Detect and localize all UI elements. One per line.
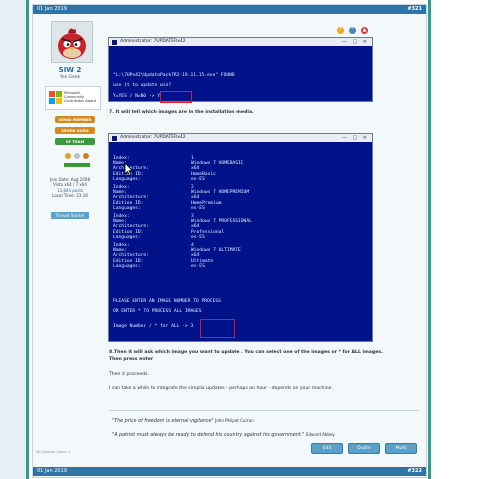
image-values: 1 Windows 7 HOMEBASIC x64 HomeBasic es-ES: [191, 156, 244, 182]
report-icon[interactable]: ▲: [361, 27, 368, 34]
post-date: 01 Jan 2019: [37, 6, 67, 12]
cmd-line: Y=YES / N=NO -> Y: [113, 94, 161, 99]
badge-seven-guru: SEVEN GURU: [55, 127, 95, 134]
highlight-box: [200, 319, 235, 338]
cmd-titlebar: Administrator: 7UPDATERx42 — □ ✕: [109, 38, 372, 46]
signature-divider: [109, 410, 419, 411]
step-8-text-2: Then press enter: [109, 357, 154, 362]
cmd-titlebar: Administrator: 7UPDATERx42 — □ ✕: [109, 134, 372, 142]
post-number-link[interactable]: #322: [407, 467, 422, 476]
user-title: Yes Geek: [59, 75, 81, 80]
warning-icon[interactable]: !: [337, 27, 344, 34]
image-fields: Index:Name:Architecture:Edition ID:Langu…: [113, 185, 149, 211]
step-8-text: 8.Then it will ask which image you want …: [109, 350, 383, 355]
system-specs-link[interactable]: My System Specs >: [36, 450, 71, 454]
quote-author: John Philpot Curran: [215, 418, 254, 423]
microsoft-logo-icon: [49, 91, 62, 104]
angry-bird-avatar-icon: [52, 22, 92, 62]
console-icon: [112, 135, 117, 141]
window-controls-icon: — □ ✕: [341, 135, 369, 141]
integrate-text: I can take a while to integrate the simp…: [109, 386, 333, 391]
signature-quote: "The price of freedom is eternal vigilan…: [112, 418, 254, 424]
cmd-line: use it to update win?: [113, 83, 172, 88]
thread-starter-badge: Thread Starter: [51, 212, 89, 219]
username-link[interactable]: SIW 2: [35, 66, 105, 74]
cmd-line: "L:\7UPx42\UpdatePack7R2-19.11.15.exe" F…: [113, 73, 235, 78]
post-header-bar: 01 Jan 2019 #321: [33, 5, 426, 14]
quote-text: "A patriot must always be ready to defen…: [112, 433, 305, 438]
image-values: 2 Windows 7 HOMEPREMIUM x64 HomePremium es-E…: [191, 185, 250, 211]
left-page-margin: [0, 0, 29, 479]
proceeds-text: Then it proceeds.: [109, 372, 149, 377]
user-stats: Join Date: Aug 2008 Vista x64 / 7 x64 13…: [35, 177, 105, 199]
cmd-window-confirm: Administrator: 7UPDATERx42 — □ ✕ "L:\7UP…: [108, 37, 373, 102]
badge-sf-team: SF TEAM: [55, 138, 95, 145]
cmd-prompt: PLEASE ENTER AN IMAGE NUMBER TO PROCESS: [113, 299, 221, 304]
signature-quote: "A patriot must always be ready to defen…: [112, 432, 335, 438]
cmd-window-images: Administrator: 7UPDATERx42 — □ ✕ Index: N…: [108, 133, 373, 342]
post-footer-bar: 01 Jan 2019 #322: [33, 467, 426, 476]
image-fields: Index:Name:Architecture:Edition ID:Langu…: [113, 243, 149, 269]
post-date: 01 Jan 2019: [37, 468, 67, 474]
right-page-margin: [428, 0, 490, 479]
cmd-title: Administrator: 7UPDATERx42: [120, 39, 186, 44]
mcc-award-banner: Microsoft Community Contributor Award: [45, 86, 101, 110]
cmd-title: Administrator: 7UPDATERx42: [120, 135, 186, 140]
quote-text: "The price of freedom is eternal vigilan…: [112, 419, 214, 424]
image-values: 3 Windows 7 PROFESSIONAL x64 Professional es…: [191, 214, 252, 240]
left-accent-stripe: [26, 0, 29, 479]
quote-button[interactable]: Quote: [348, 443, 380, 454]
cmd-input-line: Image Number / * for ALL -> 3: [113, 324, 194, 329]
cmd-prompt: OR ENTER * TO PROCESS ALL IMAGES: [113, 309, 202, 314]
post-number-link[interactable]: #321: [407, 5, 422, 14]
rank-medals-icon: [64, 153, 90, 167]
step-7-text: 7. It will tell which images are in the …: [109, 110, 254, 115]
highlight-box: [160, 91, 192, 103]
mouse-cursor-icon: [124, 162, 134, 176]
avatar[interactable]: [51, 21, 93, 63]
quote-icon[interactable]: ": [349, 27, 356, 34]
window-controls-icon: — □ ✕: [341, 39, 369, 45]
image-values: 4 Windows 7 ULTIMATE x64 Ultimate es-ES: [191, 243, 241, 269]
mcc-award-label: Microsoft Community Contributor Award: [64, 91, 96, 103]
image-fields: Index:Name:Architecture:Edition ID:Langu…: [113, 214, 149, 240]
badge-good-member: GOOD MEMBER: [55, 116, 95, 123]
quote-author: Edward Abbey: [305, 432, 335, 437]
right-accent-stripe: [428, 0, 431, 479]
console-icon: [112, 39, 117, 45]
user-info-panel: SIW 2 Yes Geek Microsoft Community Contr…: [35, 17, 101, 219]
edit-button[interactable]: Edit: [311, 443, 343, 454]
multi-quote-button[interactable]: Multi: [385, 443, 417, 454]
local-time: Local Time: 23:18: [52, 193, 88, 199]
